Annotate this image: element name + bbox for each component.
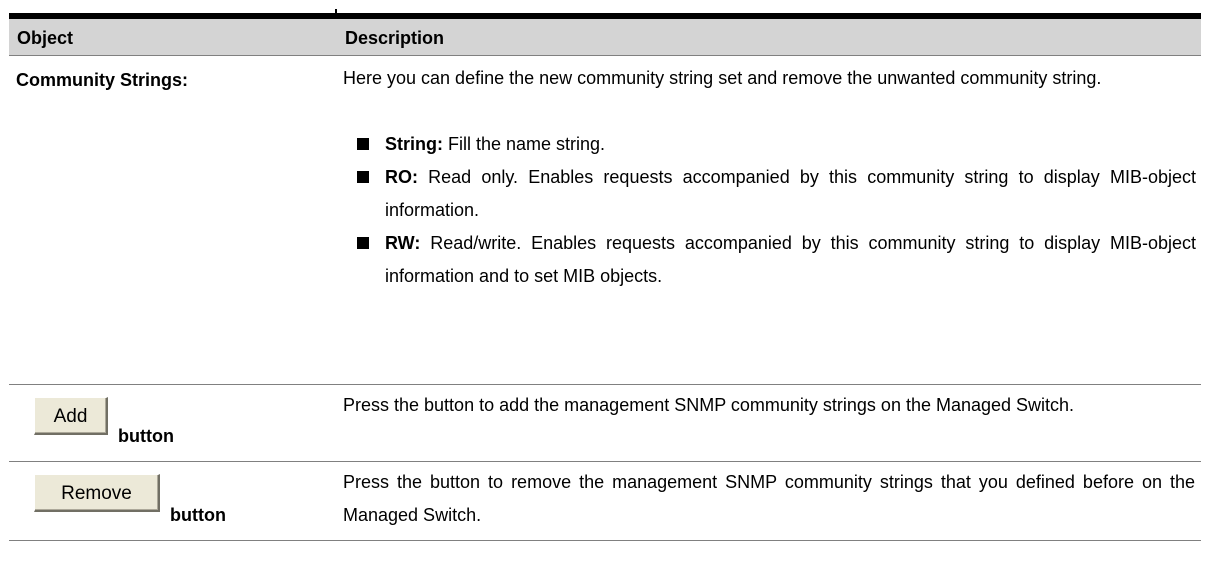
table-row-remove: Remove button Press the button to remove… bbox=[9, 462, 1201, 541]
bullet-term: String: bbox=[385, 134, 443, 154]
community-strings-bullets: String: Fill the name string. RO: Read o… bbox=[356, 128, 1196, 293]
header-object: Object bbox=[17, 28, 74, 48]
object-community-strings: Community Strings: bbox=[16, 70, 189, 90]
add-description: Press the button to add the management S… bbox=[343, 395, 1075, 415]
remove-button-caption: button bbox=[170, 505, 226, 525]
bullet-term: RW: bbox=[385, 233, 421, 253]
top-rule-notch bbox=[335, 9, 337, 15]
remove-button[interactable]: Remove bbox=[34, 474, 160, 512]
table-row-add: Add button Press the button to add the m… bbox=[9, 385, 1201, 462]
table-header: Object Description bbox=[9, 19, 1201, 56]
bullet-text: Read/write. Enables requests accompanied… bbox=[385, 233, 1196, 286]
community-strings-intro: Here you can define the new community st… bbox=[343, 68, 1102, 88]
bullet-square-icon bbox=[357, 171, 369, 183]
header-description: Description bbox=[345, 28, 445, 48]
bullet-square-icon bbox=[357, 138, 369, 150]
table-row-community-strings: Community Strings: Here you can define t… bbox=[9, 57, 1201, 385]
bullet-square-icon bbox=[357, 237, 369, 249]
bullet-string: String: Fill the name string. bbox=[356, 128, 1196, 161]
add-button[interactable]: Add bbox=[34, 397, 108, 435]
bullet-ro: RO: Read only. Enables requests accompan… bbox=[356, 161, 1196, 227]
bullet-rw: RW: Read/write. Enables requests accompa… bbox=[356, 227, 1196, 293]
bullet-text: Read only. Enables requests accompanied … bbox=[385, 167, 1196, 220]
add-button-caption: button bbox=[118, 426, 174, 446]
remove-description: Press the button to remove the managemen… bbox=[343, 472, 1195, 525]
bullet-term: RO: bbox=[385, 167, 418, 187]
bullet-text: Fill the name string. bbox=[443, 134, 606, 154]
